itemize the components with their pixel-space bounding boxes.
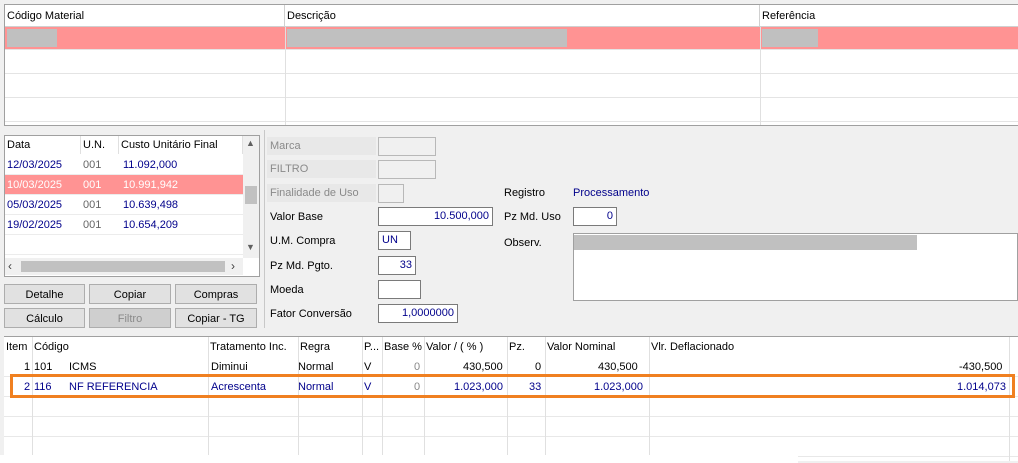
marca-field (378, 137, 436, 156)
col-header-tratamento[interactable]: Tratamento Inc. (208, 337, 298, 357)
col-header-data[interactable]: Data (5, 136, 81, 154)
registro-value: Processamento (573, 187, 650, 199)
col-header-un[interactable]: U.N. (81, 136, 119, 154)
marca-label: Marca (267, 137, 376, 155)
redacted-text (574, 235, 917, 250)
column-divider (507, 337, 508, 461)
highlight-box (10, 374, 1015, 398)
um-compra-label: U.M. Compra (270, 235, 336, 247)
table-row[interactable] (4, 397, 1018, 417)
table-row[interactable] (5, 27, 1018, 50)
column-divider (424, 337, 425, 461)
table-row[interactable] (5, 51, 1018, 74)
calculo-button[interactable]: Cálculo (4, 308, 85, 328)
fator-conversao-label: Fator Conversão (270, 308, 352, 320)
observ-textarea[interactable] (573, 233, 1018, 301)
um-compra-field[interactable]: UN (378, 231, 411, 250)
column-divider (1009, 337, 1010, 461)
history-row[interactable]: 05/03/2025 001 10.639,498 (5, 195, 243, 215)
history-custo: 10.639,498 (123, 199, 179, 211)
filtro-field (378, 160, 436, 179)
history-date: 12/03/2025 (7, 159, 63, 171)
col-header-p[interactable]: P... (362, 337, 382, 357)
redacted-cell (7, 29, 57, 47)
vertical-scrollbar[interactable]: ▲ ▼ (243, 136, 259, 258)
status-strip (0, 455, 798, 463)
history-custo: 10.991,942 (123, 179, 179, 191)
filtro-label: FILTRO (267, 160, 376, 178)
history-row[interactable]: 19/02/2025 001 10.654,209 (5, 215, 243, 235)
history-un: 001 (83, 219, 102, 231)
pz-md-pgto-field[interactable]: 33 (378, 256, 416, 275)
column-divider (382, 337, 383, 461)
column-divider (649, 337, 650, 461)
history-un: 001 (83, 159, 102, 171)
chevron-up-icon[interactable]: ▲ (246, 138, 255, 148)
chevron-right-icon[interactable]: › (231, 259, 235, 273)
col-header-valor[interactable]: Valor / ( % ) (424, 337, 507, 357)
col-header-valor-nominal[interactable]: Valor Nominal (545, 337, 649, 357)
material-grid[interactable]: Código Material Descrição Referência (4, 4, 1018, 126)
pz-md-uso-label: Pz Md. Uso (504, 211, 561, 223)
moeda-field[interactable] (378, 280, 421, 299)
history-un: 001 (83, 199, 102, 211)
table-row[interactable] (4, 417, 1018, 437)
history-custo: 10.654,209 (123, 219, 179, 231)
column-divider (208, 337, 209, 461)
valor-base-label: Valor Base (270, 211, 323, 223)
table-row[interactable] (5, 99, 1018, 122)
history-date: 19/02/2025 (7, 219, 63, 231)
column-divider (362, 337, 363, 461)
col-header-item[interactable]: Item (4, 337, 32, 357)
column-divider (760, 27, 761, 125)
observ-label: Observ. (504, 237, 542, 249)
redacted-cell (287, 29, 567, 47)
finalidade-field (378, 184, 404, 203)
valor-base-field[interactable]: 10.500,000 (378, 207, 493, 226)
column-divider (545, 337, 546, 461)
col-header-codigo-material[interactable]: Código Material (5, 5, 285, 27)
pz-md-pgto-label: Pz Md. Pgto. (270, 260, 333, 272)
moeda-label: Moeda (270, 284, 304, 296)
history-row[interactable] (5, 235, 243, 255)
fator-conversao-field[interactable]: 1,0000000 (378, 304, 458, 323)
col-header-regra[interactable]: Regra (298, 337, 362, 357)
history-date: 05/03/2025 (7, 199, 63, 211)
col-header-codigo[interactable]: Código (32, 337, 208, 357)
history-row-selected[interactable]: 10/03/2025 001 10.991,942 (5, 175, 243, 195)
table-row[interactable] (4, 437, 1018, 457)
redacted-cell (762, 29, 818, 47)
finalidade-label: Finalidade de Uso (267, 184, 376, 202)
column-divider (32, 337, 33, 461)
history-un: 001 (83, 179, 102, 191)
column-divider (285, 27, 286, 125)
horizontal-scrollbar[interactable]: ‹ › (5, 258, 243, 275)
chevron-down-icon[interactable]: ▼ (246, 242, 255, 252)
copiar-button[interactable]: Copiar (89, 284, 171, 304)
history-date: 10/03/2025 (7, 179, 63, 191)
scrollbar-thumb[interactable] (245, 186, 257, 204)
pz-md-uso-field[interactable]: 0 (573, 207, 617, 226)
col-header-pz[interactable]: Pz. (507, 337, 545, 357)
registro-label: Registro (504, 187, 545, 199)
history-grid[interactable]: Data U.N. Custo Unitário Final 12/03/202… (4, 135, 260, 277)
filtro-button[interactable]: Filtro (89, 308, 171, 328)
table-row[interactable] (5, 75, 1018, 98)
column-divider (298, 337, 299, 461)
col-header-base[interactable]: Base % (382, 337, 424, 357)
history-row[interactable]: 12/03/2025 001 11.092,000 (5, 155, 243, 175)
detalhe-button[interactable]: Detalhe (4, 284, 85, 304)
scrollbar-thumb[interactable] (21, 261, 225, 272)
col-header-referencia[interactable]: Referência (760, 5, 1018, 27)
col-header-descricao[interactable]: Descrição (285, 5, 760, 27)
compras-button[interactable]: Compras (175, 284, 257, 304)
history-custo: 11.092,000 (123, 159, 178, 171)
col-header-vlr-deflacionado[interactable]: Vlr. Deflacionado (649, 337, 1009, 357)
col-header-custo[interactable]: Custo Unitário Final (119, 136, 243, 154)
deductions-grid[interactable]: Item Código Tratamento Inc. Regra P... B… (4, 336, 1018, 461)
copiar-tg-button[interactable]: Copiar - TG (175, 308, 257, 328)
chevron-left-icon[interactable]: ‹ (8, 259, 12, 273)
